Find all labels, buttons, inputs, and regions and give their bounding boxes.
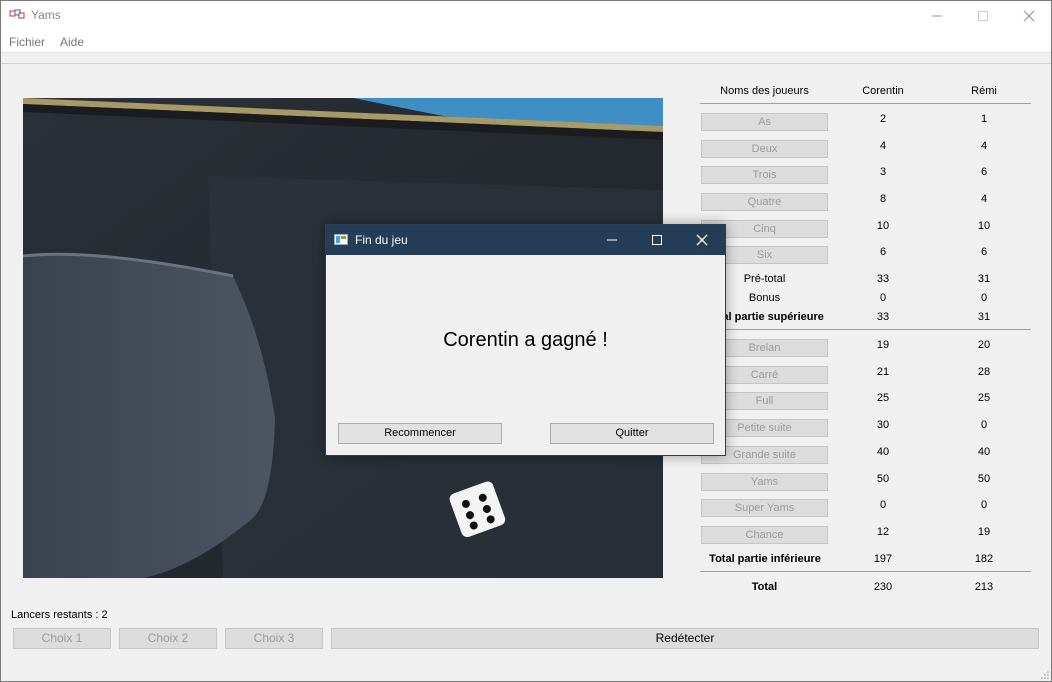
p1-deux-score: 4 [879,140,887,152]
dialog-title: Fin du jeu [355,233,408,247]
category-button-chance[interactable]: Chance [701,526,828,544]
p2-quatre-score: 4 [980,193,988,205]
p1-bonus: 0 [879,292,887,304]
separator [0,63,1052,64]
dialog-app-icon [334,234,348,245]
menu-fichier[interactable]: Fichier [9,35,45,49]
p1-yams-score: 50 [876,473,890,485]
restart-button[interactable]: Recommencer [338,423,502,444]
player2-name: Rémi [971,85,997,97]
redetect-button[interactable]: Redétecter [331,628,1039,649]
p1-as-score: 2 [879,113,887,125]
p2-cinq-score: 10 [977,220,991,232]
category-button-deux[interactable]: Deux [701,140,828,158]
p1-petite-suite-score: 30 [876,419,890,431]
p1-full-score: 25 [876,392,890,404]
category-button-as[interactable]: As [701,113,828,131]
minimize-icon [932,15,942,16]
choice-1-button[interactable]: Choix 1 [13,628,111,649]
lower-total-label: Total partie inférieure [709,553,821,565]
title-bar: Yams [0,0,1052,31]
p1-chance-score: 12 [876,526,890,538]
game-over-dialog: Fin du jeu Corentin a gagné ! Recommence… [325,224,726,456]
resize-grip-icon[interactable] [1040,670,1050,680]
p2-grande-suite-score: 40 [977,446,991,458]
p1-grande-suite-score: 40 [876,446,890,458]
maximize-icon [652,235,662,245]
category-button-trois[interactable]: Trois [701,166,828,184]
p2-total: 213 [974,581,994,593]
dialog-close-button[interactable] [680,225,724,255]
p2-upper-total: 31 [977,311,991,323]
p2-brelan-score: 20 [977,339,991,351]
p1-super-yams-score: 0 [879,499,887,511]
p2-super-yams-score: 0 [980,499,988,511]
category-button-yams[interactable]: Yams [701,473,828,491]
category-button-super-yams[interactable]: Super Yams [701,499,828,517]
app-icon [9,9,25,19]
dialog-minimize-button[interactable] [590,225,634,255]
maximize-button[interactable] [960,0,1006,31]
p2-trois-score: 6 [980,166,988,178]
p2-full-score: 25 [977,392,991,404]
throws-remaining: Lancers restants : 2 [11,609,108,621]
p1-trois-score: 3 [879,166,887,178]
p2-chance-score: 19 [977,526,991,538]
upper-divider [700,329,1031,330]
p2-six-score: 6 [980,246,988,258]
p2-pretotal: 31 [977,273,991,285]
window-title: Yams [31,8,61,22]
p2-as-score: 1 [980,113,988,125]
dialog-maximize-button[interactable] [635,225,679,255]
p2-yams-score: 50 [977,473,991,485]
close-icon [1023,10,1035,21]
category-button-quatre[interactable]: Quatre [701,193,828,211]
menu-bar: Fichier Aide [0,31,1052,53]
winner-message: Corentin a gagné ! [443,329,608,351]
minimize-icon [607,239,617,241]
close-icon [696,234,708,246]
total-label: Total [751,581,778,593]
close-button[interactable] [1006,0,1052,31]
p1-brelan-score: 19 [876,339,890,351]
maximize-icon [978,10,988,21]
p1-pretotal: 33 [876,273,890,285]
choice-2-button[interactable]: Choix 2 [119,628,217,649]
p2-bonus: 0 [980,292,988,304]
p1-lower-total: 197 [873,553,893,565]
header-divider [700,103,1031,104]
player1-name: Corentin [862,85,904,97]
p1-total: 230 [873,581,893,593]
p2-lower-total: 182 [974,553,994,565]
quit-button[interactable]: Quitter [550,423,714,444]
p2-petite-suite-score: 0 [980,419,988,431]
p1-six-score: 6 [879,246,887,258]
players-header: Noms des joueurs [720,85,809,97]
p1-cinq-score: 10 [876,220,890,232]
dialog-title-bar: Fin du jeu [326,225,725,255]
minimize-button[interactable] [914,0,960,31]
choice-3-button[interactable]: Choix 3 [225,628,323,649]
p1-upper-total: 33 [876,311,890,323]
p2-carre-score: 28 [977,366,991,378]
p1-carre-score: 21 [876,366,890,378]
menu-aide[interactable]: Aide [60,35,84,49]
lower-divider [700,571,1031,572]
p1-quatre-score: 8 [879,193,887,205]
p2-deux-score: 4 [980,140,988,152]
